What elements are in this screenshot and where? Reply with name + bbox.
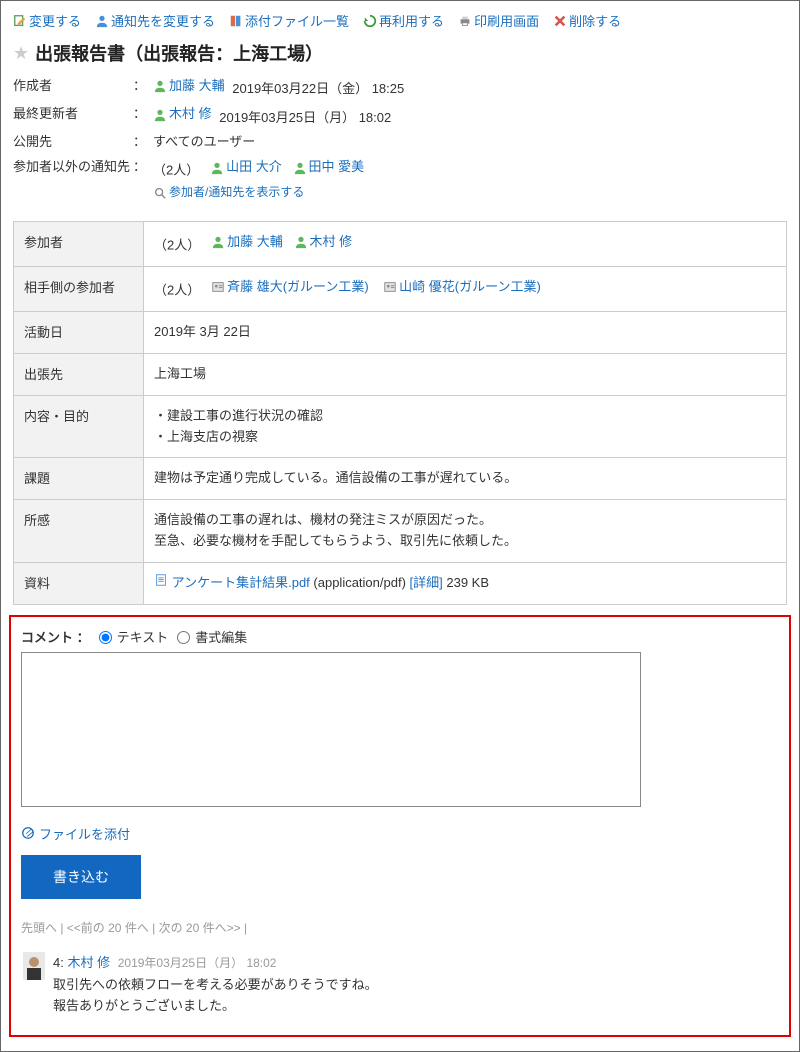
book-icon — [229, 14, 243, 28]
person-icon — [153, 79, 167, 93]
toolbar: 変更する 通知先を変更する 添付ファイル一覧 再利用する 印刷用画面 削除する — [5, 5, 795, 40]
reuse-link[interactable]: 再利用する — [363, 11, 444, 30]
place-value: 上海工場 — [144, 354, 786, 395]
files-link[interactable]: 添付ファイル一覧 — [229, 11, 349, 30]
edit-icon — [13, 14, 27, 28]
material-mime: (application/pdf) — [310, 575, 410, 590]
place-label: 出張先 — [14, 354, 144, 395]
creator-user[interactable]: 加藤 大輔 — [153, 76, 225, 97]
avatar — [23, 952, 45, 980]
person-icon — [153, 108, 167, 122]
user-icon — [95, 14, 109, 28]
comment-text: 取引先への依頼フローを考える必要がありそうですね。 報告ありがとうございました。 — [53, 975, 777, 1017]
material-label: 資料 — [14, 563, 144, 604]
delete-link[interactable]: 削除する — [553, 11, 621, 30]
comment-mode-format[interactable]: 書式編集 — [172, 627, 247, 646]
comment-label: コメント ： — [21, 627, 90, 646]
comment-textarea[interactable] — [21, 652, 641, 807]
notif-link[interactable]: 通知先を変更する — [95, 11, 215, 30]
purpose-label: 内容・目的 — [14, 396, 144, 458]
notify-count: （2人） — [153, 163, 199, 178]
card-icon — [383, 280, 397, 294]
other-count: （2人） — [154, 282, 200, 297]
delete-icon — [553, 14, 567, 28]
material-size: 239 KB — [443, 575, 489, 590]
comment-item: 4: 木村 修 2019年03月25日（月） 18:02 取引先への依頼フローを… — [21, 948, 779, 1021]
person-icon — [210, 161, 224, 175]
comment-date: 2019年03月25日（月） 18:02 — [118, 956, 277, 970]
pager[interactable]: 先頭へ | <<前の 20 件へ | 次の 20 件へ>> | — [21, 919, 779, 936]
impression-value: 通信設備の工事の遅れは、機材の発注ミスが原因だった。 至急、必要な機材を手配して… — [144, 500, 786, 562]
impression-label: 所感 — [14, 500, 144, 562]
notify-user2[interactable]: 田中 愛美 — [293, 157, 365, 178]
print-link[interactable]: 印刷用画面 — [458, 11, 539, 30]
meta-table: 作成者 ： 加藤 大輔 2019年03月22日（金） 18:25 最終更新者 ：… — [5, 72, 795, 217]
date-value: 2019年 3月 22日 — [144, 312, 786, 353]
issue-label: 課題 — [14, 458, 144, 499]
person-icon — [293, 161, 307, 175]
purpose-value: ・建設工事の進行状況の確認 ・上海支店の視察 — [144, 396, 786, 458]
comment-area: コメント ： テキスト 書式編集 ファイルを添付 書き込む 先頭へ | <<前の… — [9, 615, 791, 1037]
participants-label: 参加者 — [14, 222, 144, 266]
person-icon — [294, 235, 308, 249]
page-title: 出張報告書（出張報告：上海工場） — [35, 40, 323, 66]
updater-user[interactable]: 木村 修 — [153, 104, 212, 125]
print-icon — [458, 14, 472, 28]
file-icon — [154, 573, 168, 587]
visibility-label: 公開先 — [13, 132, 133, 153]
participant2[interactable]: 木村 修 — [294, 232, 353, 253]
participant1[interactable]: 加藤 大輔 — [211, 232, 283, 253]
notify-label: 参加者以外の通知先 — [13, 157, 133, 178]
card-icon — [211, 280, 225, 294]
material-file-link[interactable]: アンケート集計結果.pdf — [172, 575, 310, 590]
date-label: 活動日 — [14, 312, 144, 353]
comment-mode-text[interactable]: テキスト — [94, 627, 169, 646]
updater-label: 最終更新者 — [13, 104, 133, 125]
other1[interactable]: 斉藤 雄大(ガルーン工業) — [211, 277, 369, 298]
visibility-value: すべてのユーザー — [153, 132, 787, 153]
person-icon — [211, 235, 225, 249]
magnify-icon — [153, 186, 167, 200]
issue-value: 建物は予定通り完成している。通信設備の工事が遅れている。 — [144, 458, 786, 499]
comment-no: 4: — [53, 955, 64, 970]
show-participants-link[interactable]: 参加者/通知先を表示する — [153, 183, 304, 202]
participants-count: （2人） — [154, 237, 200, 252]
submit-button[interactable]: 書き込む — [21, 855, 141, 899]
other-label: 相手側の参加者 — [14, 267, 144, 311]
clip-icon — [21, 826, 35, 840]
edit-link[interactable]: 変更する — [13, 11, 81, 30]
attach-file-link[interactable]: ファイルを添付 — [21, 824, 130, 843]
detail-table: 参加者 （2人） 加藤 大輔 木村 修 相手側の参加者 （2人） 斉藤 雄大(ガ… — [13, 221, 787, 605]
star-icon[interactable]: ★ — [13, 43, 29, 64]
recycle-icon — [363, 14, 377, 28]
updater-date: 2019年03月25日（月） 18:02 — [219, 110, 391, 125]
material-detail-link[interactable]: [詳細] — [410, 575, 443, 590]
comment-user[interactable]: 木村 修 — [67, 955, 110, 970]
notify-user1[interactable]: 山田 大介 — [210, 157, 282, 178]
creator-date: 2019年03月22日（金） 18:25 — [232, 81, 404, 96]
other2[interactable]: 山崎 優花(ガルーン工業) — [383, 277, 541, 298]
creator-label: 作成者 — [13, 76, 133, 97]
